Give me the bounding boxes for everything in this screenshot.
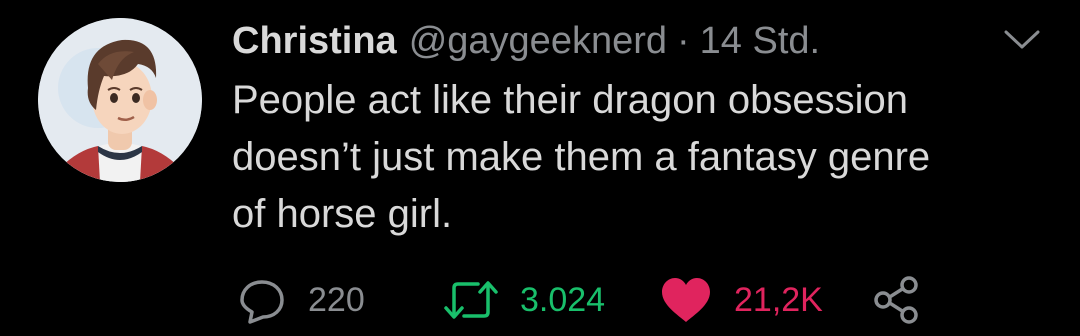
like-button[interactable]: 21,2K [658,272,823,328]
timestamp[interactable]: 14 Std. [700,16,820,66]
retweet-arrows-icon [442,274,500,326]
tweet: Christina @gaygeeknerd · 14 Std. People … [0,0,1080,336]
tweet-text: People act like their dragon obsession d… [232,72,1032,243]
tweet-text-line: of horse girl. [232,192,453,236]
tweet-text-line: People act like their dragon obsession [232,78,908,122]
reply-button[interactable]: 220 [236,272,365,328]
action-bar: 220 3.024 21,2K [236,272,936,328]
retweet-button[interactable]: 3.024 [442,272,605,328]
speech-bubble-icon [236,274,288,326]
author-name[interactable]: Christina [232,16,397,66]
chevron-down-icon[interactable] [1000,24,1044,54]
reply-count: 220 [308,280,365,319]
separator-dot: · [677,20,690,62]
share-nodes-icon [872,274,920,326]
tweet-text-line: doesn’t just make them a fantasy genre [232,135,931,179]
avatar[interactable] [38,18,202,182]
avatar-illustration [38,18,202,182]
tweet-header: Christina @gaygeeknerd · 14 Std. [232,16,820,66]
share-button[interactable] [872,272,920,328]
retweet-count: 3.024 [520,280,606,319]
like-count: 21,2K [734,280,823,319]
heart-icon [658,274,714,326]
author-handle[interactable]: @gaygeeknerd [409,16,667,66]
